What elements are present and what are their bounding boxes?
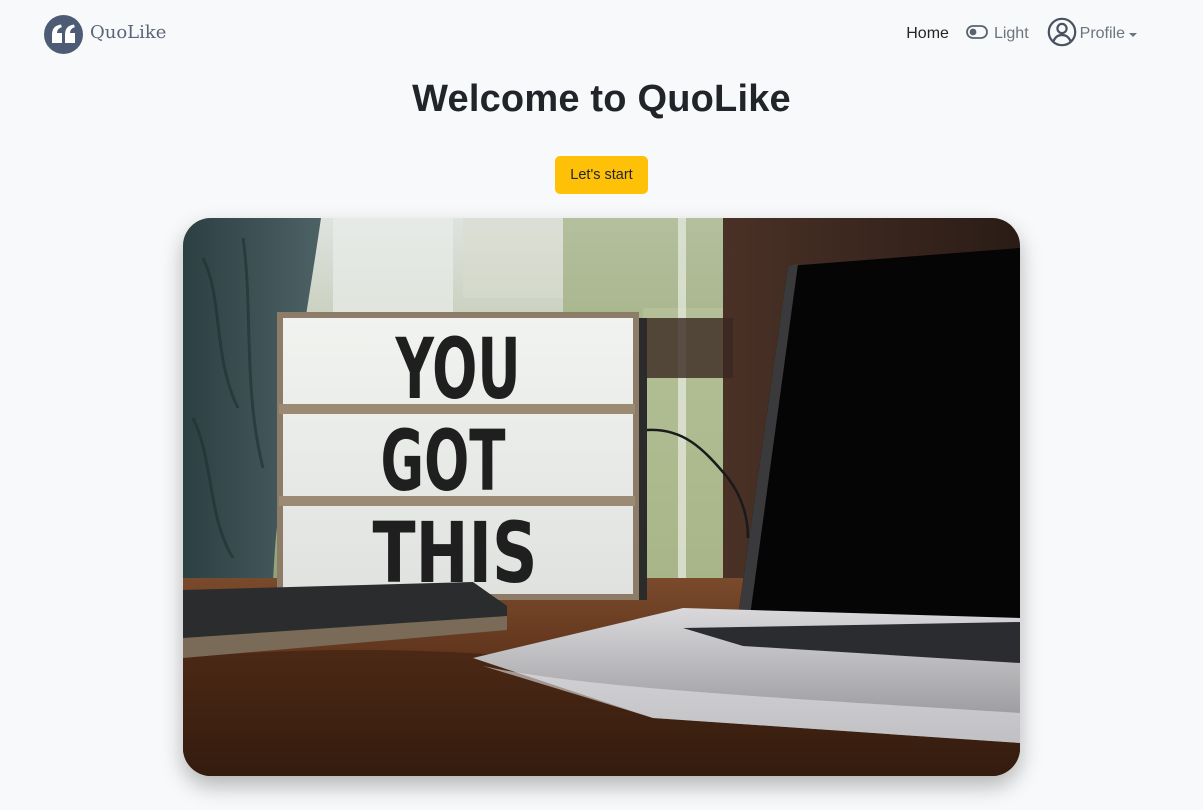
- user-circle-icon: [1047, 17, 1077, 52]
- nav-menu: Home Light Profile: [906, 17, 1137, 52]
- lets-start-button[interactable]: Let's start: [555, 156, 648, 194]
- nav-home-link[interactable]: Home: [906, 25, 949, 43]
- lightbox-line-2: GOT: [381, 412, 506, 510]
- brand-name: QuoLike: [90, 21, 167, 43]
- page-title: Welcome to QuoLike: [412, 78, 791, 120]
- profile-dropdown[interactable]: Profile: [1047, 17, 1137, 52]
- lightbox-line-1: YOU: [395, 320, 521, 418]
- chevron-down-icon: [1129, 33, 1137, 37]
- theme-toggle-button[interactable]: Light: [966, 24, 1029, 44]
- quote-icon: [44, 14, 83, 54]
- profile-label: Profile: [1079, 25, 1125, 42]
- theme-label: Light: [993, 25, 1029, 42]
- brand-link[interactable]: QuoLike: [44, 14, 166, 54]
- hero-image: YOU GOT THIS: [183, 218, 1020, 776]
- navbar: QuoLike Home Light Profile: [0, 0, 1203, 68]
- toggle-icon: [966, 24, 988, 44]
